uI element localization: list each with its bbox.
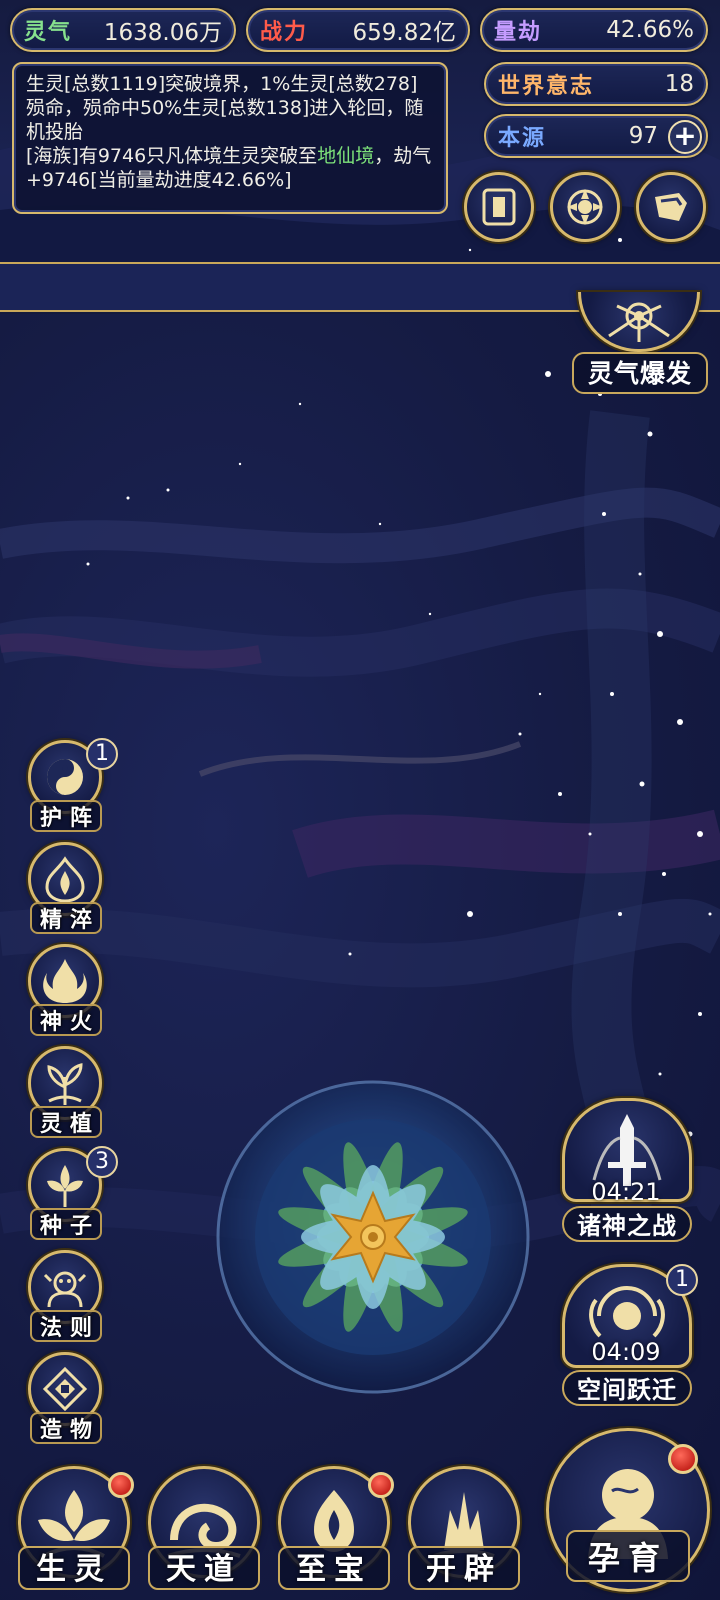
- sunburst-icon: [608, 302, 670, 342]
- space-jump-timer: 04:09: [591, 1338, 661, 1366]
- side-menu-badge: 1: [86, 738, 118, 770]
- lotus-world-icon: [216, 1080, 530, 1394]
- gods-war-label[interactable]: 诸神之战: [562, 1206, 692, 1242]
- spirit-beast-icon: [43, 1271, 87, 1308]
- benyuan-plus-button[interactable]: +: [668, 120, 702, 154]
- world-will-value: 18: [664, 71, 694, 97]
- burst-emblem[interactable]: [578, 292, 700, 352]
- scroll-button[interactable]: [636, 172, 706, 242]
- incubate-label[interactable]: 孕育: [566, 1530, 690, 1582]
- lingqi-value: 1638.06万: [103, 20, 222, 46]
- bottom-nav-label[interactable]: 开辟: [408, 1546, 520, 1590]
- log-highlight: 地仙境: [317, 145, 375, 167]
- side-menu-badge: 3: [86, 1146, 118, 1178]
- burst-button[interactable]: 灵气爆发: [572, 352, 708, 394]
- world-will-label: 世界意志: [498, 73, 595, 99]
- side-menu-label[interactable]: 精淬: [30, 902, 102, 934]
- liangjie-value: 42.66%: [606, 17, 694, 43]
- side-menu-label[interactable]: 灵植: [30, 1106, 102, 1138]
- space-jump-label[interactable]: 空间跃迁: [562, 1370, 692, 1406]
- world-orb[interactable]: [214, 1078, 532, 1396]
- event-log-panel: 生灵[总数1119]突破境界，1%生灵[总数278]殒命，殒命中50%生灵[总数…: [12, 62, 448, 214]
- log-line-2: [海族]有9746只凡体境生灵突破至地仙境，劫气+9746[当前量劫进度42.6…: [26, 144, 434, 192]
- log-line-1: 生灵[总数1119]突破境界，1%生灵[总数278]殒命，殒命中50%生灵[总数…: [26, 73, 424, 143]
- benyuan-value: 97: [628, 123, 658, 149]
- side-menu-label[interactable]: 造物: [30, 1412, 102, 1444]
- side-menu-label[interactable]: 护阵: [30, 800, 102, 832]
- bottom-nav-label[interactable]: 生灵: [18, 1546, 130, 1590]
- side-menu-label[interactable]: 种子: [30, 1208, 102, 1240]
- lingqi-pill: 灵气 1638.06万: [10, 8, 236, 52]
- zhanli-label: 战力: [260, 19, 309, 45]
- card-icon: [482, 188, 516, 226]
- notification-dot: [108, 1472, 134, 1498]
- zhanli-pill: 战力 659.82亿: [246, 8, 470, 52]
- gods-war-timer: 04:21: [591, 1178, 661, 1206]
- flame-drop-icon: [45, 856, 85, 903]
- side-menu-label[interactable]: 法则: [30, 1310, 102, 1342]
- benyuan-label: 本源: [498, 125, 547, 151]
- bottom-nav-label[interactable]: 天道: [148, 1546, 260, 1590]
- side-menu-label[interactable]: 神火: [30, 1004, 102, 1036]
- liangjie-pill[interactable]: 量劫 42.66%: [480, 8, 708, 52]
- lingqi-label: 灵气: [24, 19, 73, 45]
- seed-flower-icon: [47, 1165, 83, 1207]
- liangjie-label: 量劫: [494, 19, 543, 45]
- diamond-icon: [42, 1366, 88, 1412]
- card-button[interactable]: [464, 172, 534, 242]
- yin-yang-icon: [47, 759, 83, 795]
- notification-dot: [368, 1472, 394, 1498]
- scroll-icon: [655, 193, 687, 221]
- space-jump-badge: 1: [666, 1264, 698, 1296]
- zhanli-value: 659.82亿: [352, 20, 456, 46]
- log-line-2-text: [海族]有9746只凡体境生灵突破至: [26, 145, 318, 167]
- bottom-nav-label[interactable]: 至宝: [278, 1546, 390, 1590]
- incubate-notification-dot: [668, 1444, 698, 1474]
- portal-button[interactable]: [550, 172, 620, 242]
- fire-icon: [43, 959, 87, 1003]
- plant-icon: [47, 1063, 83, 1105]
- vortex-icon: [567, 189, 603, 225]
- world-will-pill[interactable]: 世界意志 18: [484, 62, 708, 106]
- benyuan-pill: 本源 97 +: [484, 114, 708, 158]
